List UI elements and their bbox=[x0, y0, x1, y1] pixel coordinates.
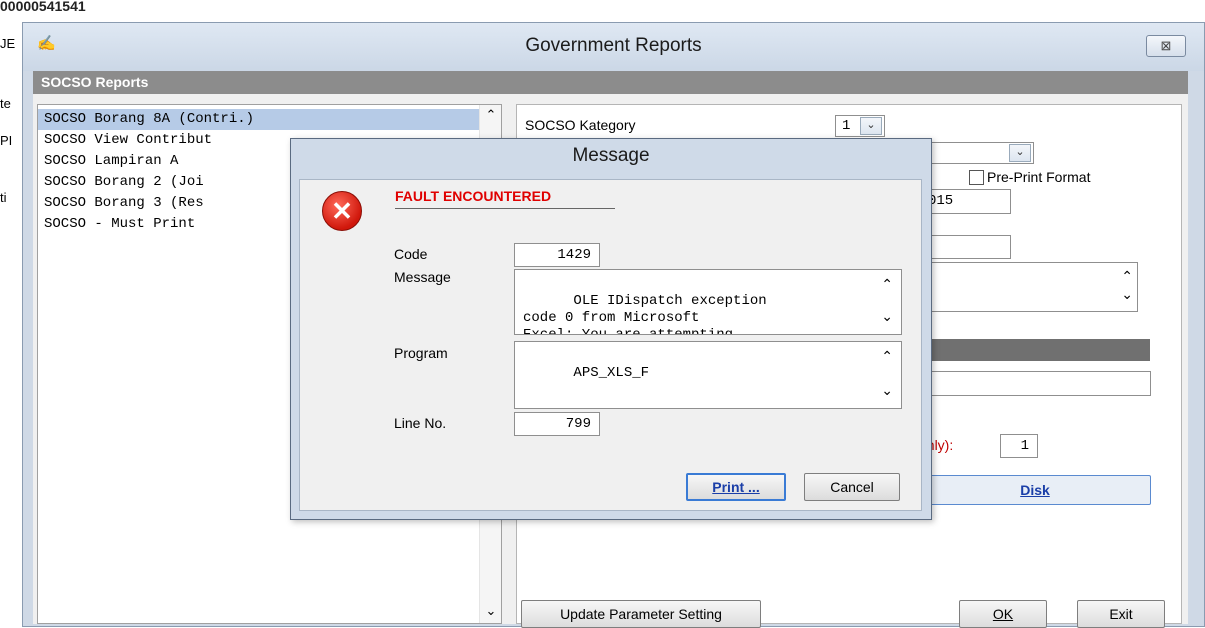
preprint-checkbox[interactable] bbox=[969, 170, 984, 185]
scroll-down-icon[interactable]: ⌄ bbox=[881, 384, 893, 401]
line-no-label: Line No. bbox=[394, 415, 447, 431]
message-label: Message bbox=[394, 269, 451, 285]
update-parameter-button[interactable]: Update Parameter Setting bbox=[521, 600, 761, 628]
window-title: Government Reports bbox=[525, 35, 702, 56]
text-field[interactable] bbox=[919, 371, 1151, 396]
message-field[interactable]: OLE IDispatch exception code 0 from Micr… bbox=[514, 269, 902, 335]
ok-button[interactable]: OK bbox=[959, 600, 1047, 628]
background-label: JE bbox=[0, 36, 16, 51]
window-title-bar[interactable]: ✍ Government Reports ⊠ bbox=[23, 23, 1204, 71]
scroll-down-icon[interactable]: ⌄ bbox=[881, 310, 893, 327]
heading-underline bbox=[395, 208, 615, 209]
message-dialog: Message ✕ FAULT ENCOUNTERED Code 1429 Me… bbox=[290, 138, 932, 520]
scroll-up-icon[interactable]: ⌃ bbox=[1121, 269, 1133, 286]
program-label: Program bbox=[394, 345, 448, 361]
scroll-up-icon[interactable]: ⌃ bbox=[881, 350, 893, 367]
program-field[interactable]: APS_XLS_F ⌃ ⌄ bbox=[514, 341, 902, 409]
section-header: SOCSO Reports bbox=[33, 71, 1188, 94]
fault-heading: FAULT ENCOUNTERED bbox=[395, 188, 552, 204]
scroll-up-icon[interactable]: ⌃ bbox=[881, 278, 893, 295]
scroll-down-icon[interactable]: ⌄ bbox=[480, 603, 502, 619]
category-value: 1 bbox=[842, 118, 851, 134]
memo-field[interactable]: ⌃ ⌄ bbox=[919, 262, 1138, 312]
category-select[interactable]: 1 ⌄ bbox=[835, 115, 885, 137]
dialog-title: Message bbox=[572, 145, 650, 166]
code-label: Code bbox=[394, 246, 428, 262]
text-field[interactable] bbox=[919, 235, 1011, 259]
exit-button[interactable]: Exit bbox=[1077, 600, 1165, 628]
message-text: OLE IDispatch exception code 0 from Micr… bbox=[523, 293, 767, 335]
category-label: SOCSO Kategory bbox=[525, 117, 636, 133]
window-close-button[interactable]: ⊠ bbox=[1146, 35, 1186, 57]
background-label: ti bbox=[0, 190, 7, 205]
preprint-label: Pre-Print Format bbox=[987, 169, 1091, 185]
list-item[interactable]: SOCSO Borang 8A (Contri.) bbox=[38, 109, 484, 130]
chevron-down-icon[interactable]: ⌄ bbox=[860, 117, 882, 135]
scroll-down-icon[interactable]: ⌄ bbox=[1121, 287, 1133, 304]
copies-field[interactable]: 1 bbox=[1000, 434, 1038, 458]
section-divider bbox=[919, 339, 1150, 361]
error-icon: ✕ bbox=[322, 191, 362, 231]
program-text: APS_XLS_F bbox=[573, 365, 650, 381]
code-field[interactable]: 1429 bbox=[514, 243, 600, 267]
chevron-down-icon[interactable]: ⌄ bbox=[1009, 144, 1031, 162]
combo-field[interactable]: ⌄ bbox=[919, 142, 1034, 164]
background-label: te bbox=[0, 96, 11, 111]
line-no-field[interactable]: 799 bbox=[514, 412, 600, 436]
cancel-button[interactable]: Cancel bbox=[804, 473, 900, 501]
background-label: PI bbox=[0, 133, 13, 148]
print-button[interactable]: Print ... bbox=[686, 473, 786, 501]
scroll-up-icon[interactable]: ⌃ bbox=[480, 107, 502, 123]
disk-button[interactable]: Disk bbox=[919, 475, 1151, 505]
year-field[interactable]: 015 bbox=[919, 189, 1011, 214]
background-window-text: 00000541541 bbox=[0, 0, 150, 12]
dialog-body: ✕ FAULT ENCOUNTERED Code 1429 Message OL… bbox=[299, 179, 922, 511]
